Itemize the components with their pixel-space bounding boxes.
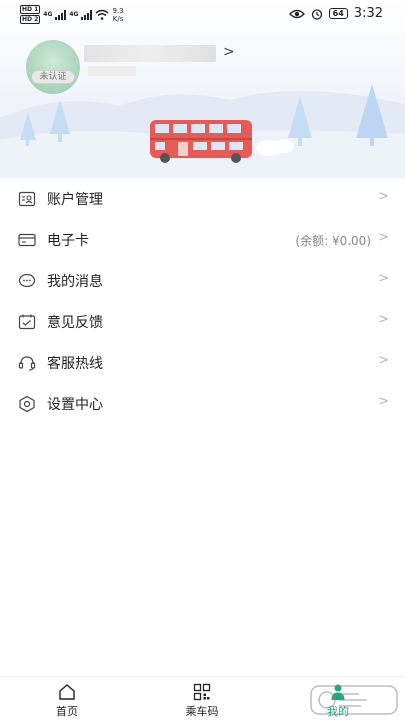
qr-code-icon	[193, 683, 211, 701]
tab-ride-code-label: 乘车码	[185, 705, 219, 718]
status-right: 64 3:32	[288, 6, 383, 21]
eye-icon	[288, 9, 305, 18]
menu-label-ecard: 电子卡	[47, 233, 89, 249]
alarm-icon	[311, 8, 322, 20]
menu-label-messages: 我的消息	[47, 274, 103, 290]
headset-icon	[18, 356, 36, 371]
blurred-username	[84, 45, 216, 62]
chevron-right-icon: >	[378, 189, 389, 204]
menu-label-account: 账户管理	[47, 192, 103, 208]
blurred-user-info	[88, 66, 136, 76]
net-speed: 9.3 K/s	[112, 7, 123, 23]
watermark-logo	[310, 685, 398, 715]
settings-menu: 账户管理 > 电子卡 (余额: ¥0.00) > 我的消息 > 意见反馈 > 客…	[0, 178, 405, 424]
menu-item-ecard[interactable]: 电子卡 (余额: ¥0.00) >	[0, 219, 405, 260]
home-icon	[59, 684, 75, 700]
message-icon	[18, 273, 36, 288]
battery-indicator: 64	[328, 8, 348, 19]
chevron-right-icon: >	[378, 271, 389, 286]
network-2-label: 4G	[69, 11, 79, 18]
tab-home[interactable]: 首页	[32, 677, 102, 720]
account-icon	[18, 191, 36, 207]
avatar[interactable]	[26, 40, 80, 94]
feedback-icon	[18, 314, 36, 330]
chevron-right-icon: >	[378, 394, 389, 409]
chevron-right-icon: >	[378, 312, 389, 327]
net-speed-unit: K/s	[112, 14, 124, 23]
chevron-right-icon: >	[378, 353, 389, 368]
menu-label-hotline: 客服热线	[47, 356, 103, 372]
clock: 3:32	[353, 6, 383, 21]
network-1-label: 4G	[43, 11, 53, 18]
signal-1-icon	[55, 9, 67, 20]
net-speed-value: 9.3	[112, 6, 124, 15]
wifi-icon	[96, 9, 109, 20]
menu-label-feedback: 意见反馈	[47, 315, 103, 331]
menu-item-settings[interactable]: 设置中心 >	[0, 383, 405, 424]
chevron-right-icon: >	[378, 230, 389, 245]
card-icon	[18, 233, 36, 247]
menu-item-account[interactable]: 账户管理 >	[0, 178, 405, 219]
menu-item-hotline[interactable]: 客服热线 >	[0, 342, 405, 383]
tab-home-label: 首页	[56, 705, 78, 718]
menu-item-feedback[interactable]: 意见反馈 >	[0, 301, 405, 342]
settings-icon	[19, 395, 35, 413]
tab-ride-code[interactable]: 乘车码	[167, 677, 237, 720]
status-bar: HD 1 HD 2 4G 4G 9.3 K/s 64 3:32	[0, 0, 405, 28]
cert-status-badge: 未认证	[31, 70, 75, 84]
menu-label-settings: 设置中心	[47, 397, 103, 413]
ecard-balance: (余额: ¥0.00)	[295, 234, 371, 248]
profile-arrow-icon[interactable]: >	[223, 44, 235, 60]
menu-item-messages[interactable]: 我的消息 >	[0, 260, 405, 301]
status-left: HD 1 HD 2 4G 4G 9.3 K/s	[20, 5, 124, 24]
hd-2-icon: HD 2	[20, 15, 41, 24]
hd-1-icon: HD 1	[20, 5, 41, 14]
signal-2-icon	[81, 9, 93, 20]
